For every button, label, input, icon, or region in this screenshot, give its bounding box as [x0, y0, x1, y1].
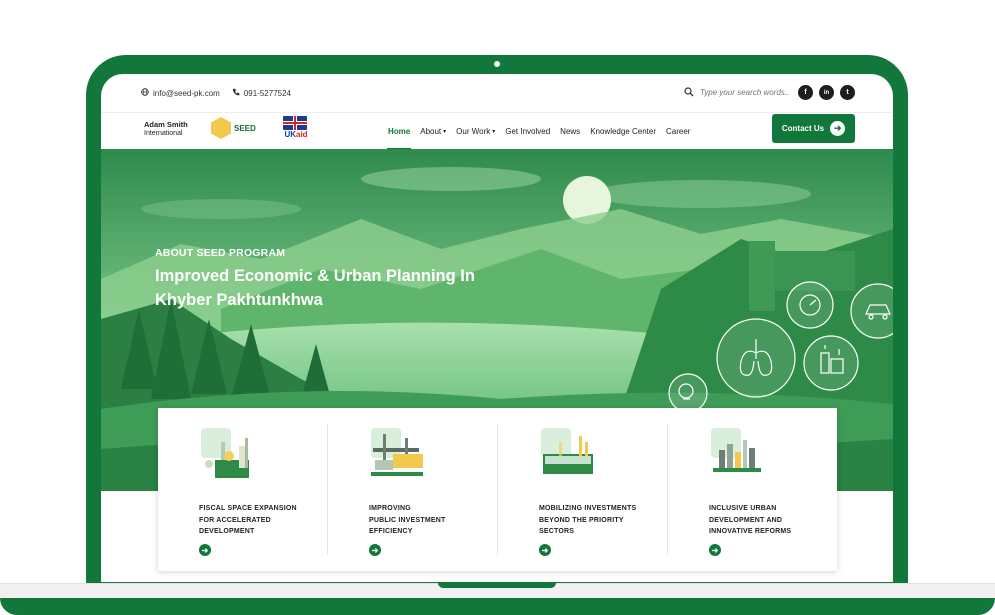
camera-dot	[494, 61, 500, 67]
hero-title: Improved Economic & Urban Planning In Kh…	[155, 267, 475, 309]
facebook-icon[interactable]: f	[798, 85, 813, 100]
ukaid-text: UKaid	[284, 130, 308, 139]
card-title: INCLUSIVE URBAN DEVELOPMENT AND INNOVATI…	[709, 505, 792, 535]
fiscal-growth-illustration	[201, 428, 249, 478]
card-fiscal-space[interactable]: FISCAL SPACE EXPANSION FOR ACCELERATED D…	[158, 424, 328, 556]
card-public-investment[interactable]: IMPROVING PUBLIC INVESTMENT EFFICIENCY ➜	[328, 424, 498, 556]
top-right-tools: f in t	[684, 85, 855, 100]
top-contact-bar: info@seed-pk.com 091-5277524 f in t	[101, 74, 893, 112]
contact-us-label: Contact Us	[781, 124, 825, 133]
arrow-right-icon[interactable]: ➜	[369, 544, 381, 556]
nav-get-involved[interactable]: Get Involved	[500, 113, 555, 150]
card-title: IMPROVING PUBLIC INVESTMENT EFFICIENCY	[369, 505, 446, 535]
website-screen: info@seed-pk.com 091-5277524 f in t	[101, 74, 893, 582]
infrastructure-illustration	[371, 428, 423, 476]
arrow-right-icon[interactable]: ➜	[199, 544, 211, 556]
globe-icon	[141, 88, 149, 98]
asi-logo-line1: Adam Smith	[144, 120, 188, 129]
nav-knowledge-center[interactable]: Knowledge Center	[585, 113, 661, 150]
nav-career[interactable]: Career	[661, 113, 695, 150]
twitter-icon[interactable]: t	[840, 85, 855, 100]
card-mobilizing-investments[interactable]: MOBILIZING INVESTMENTS BEYOND THE PRIORI…	[498, 424, 668, 556]
arrow-right-icon[interactable]: ➜	[539, 544, 551, 556]
contact-info: info@seed-pk.com 091-5277524	[141, 88, 291, 98]
urban-development-illustration	[711, 428, 761, 472]
main-navbar: Adam Smith International SEED UKaid Home…	[101, 112, 893, 150]
card-inclusive-urban[interactable]: INCLUSIVE URBAN DEVELOPMENT AND INNOVATI…	[668, 424, 837, 556]
hero-kicker: ABOUT SEED PROGRAM	[155, 247, 286, 259]
phone-contact[interactable]: 091-5277524	[232, 88, 291, 98]
phone-icon	[232, 88, 240, 98]
focus-areas-cards: FISCAL SPACE EXPANSION FOR ACCELERATED D…	[158, 408, 837, 571]
nav-our-work[interactable]: Our Work ▾	[451, 113, 500, 150]
search-icon[interactable]	[684, 86, 694, 99]
nav-news[interactable]: News	[555, 113, 585, 150]
seed-logo-text: SEED	[234, 123, 256, 133]
ukaid-logo[interactable]: UKaid	[283, 116, 309, 139]
nav-about[interactable]: About ▾	[415, 113, 451, 150]
seed-logo[interactable]: SEED	[211, 117, 256, 139]
laptop-base	[0, 583, 995, 615]
investment-landscape-illustration	[541, 428, 593, 474]
primary-menu: Home About ▾ Our Work ▾ Get Involved News …	[383, 113, 695, 150]
arrow-right-icon[interactable]: ➜	[709, 544, 721, 556]
email-text: info@seed-pk.com	[153, 88, 220, 98]
laptop-notch	[438, 583, 556, 588]
laptop-base-bottom	[0, 598, 995, 615]
search-input[interactable]	[700, 88, 792, 97]
seed-hex-icon	[211, 117, 231, 139]
email-contact[interactable]: info@seed-pk.com	[141, 88, 220, 98]
card-title: MOBILIZING INVESTMENTS BEYOND THE PRIORI…	[539, 505, 637, 535]
chevron-down-icon: ▾	[443, 129, 447, 135]
union-flag-icon	[283, 116, 307, 130]
adam-smith-logo[interactable]: Adam Smith International	[144, 121, 188, 138]
chevron-down-icon: ▾	[492, 129, 496, 135]
laptop-mockup: info@seed-pk.com 091-5277524 f in t	[0, 0, 995, 615]
card-title: FISCAL SPACE EXPANSION FOR ACCELERATED D…	[199, 505, 297, 535]
contact-us-button[interactable]: Contact Us ➜	[772, 114, 855, 143]
linkedin-icon[interactable]: in	[819, 85, 834, 100]
arrow-right-icon: ➜	[830, 121, 846, 136]
asi-logo-line2: International	[144, 130, 183, 137]
phone-text: 091-5277524	[243, 88, 291, 98]
nav-home[interactable]: Home	[383, 113, 415, 150]
